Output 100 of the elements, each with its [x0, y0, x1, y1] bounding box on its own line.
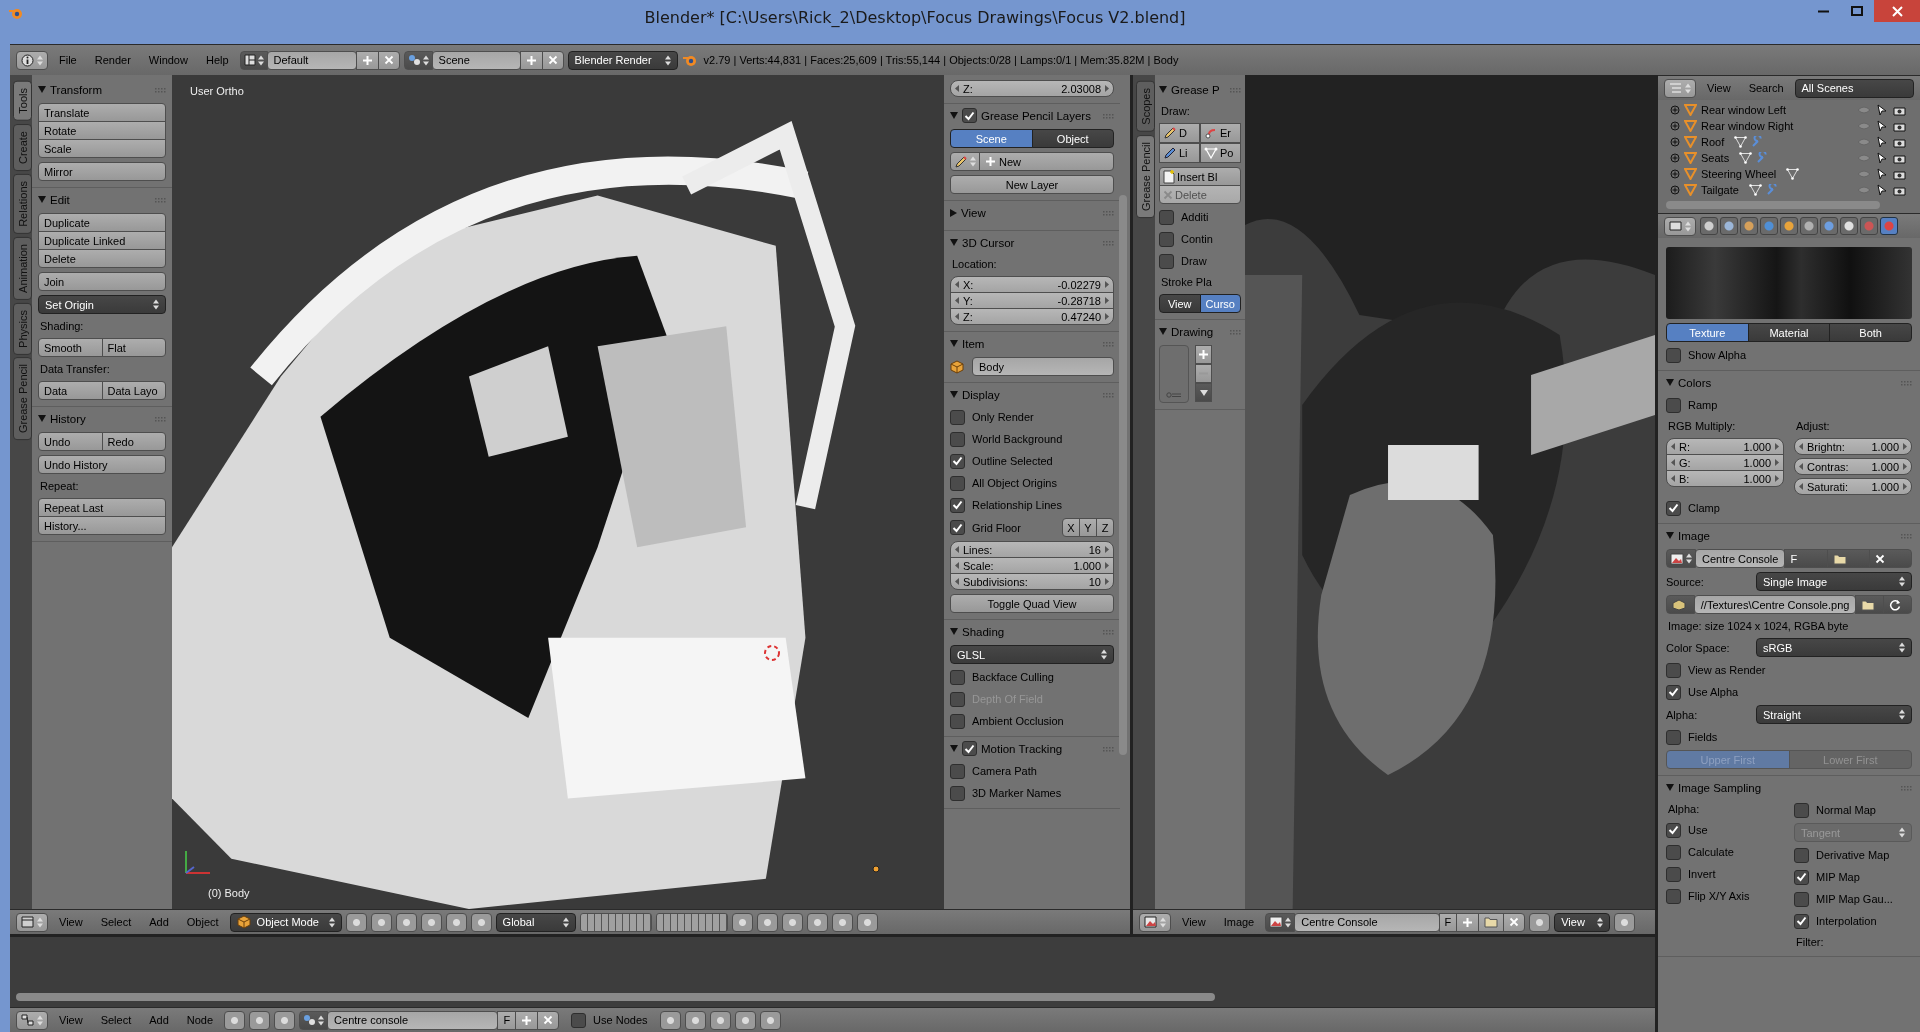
close-button[interactable]: [1874, 0, 1920, 22]
menu-item[interactable]: Select: [93, 916, 139, 928]
checkbox-label[interactable]: Invert: [1688, 868, 1784, 880]
draw-tool-button[interactable]: Po: [1200, 143, 1241, 163]
layout-name-field[interactable]: Default: [266, 50, 357, 70]
checkbox[interactable]: [1794, 802, 1809, 818]
fake-user-button[interactable]: F: [1784, 549, 1828, 568]
menu-item[interactable]: Help: [198, 54, 236, 66]
outliner-item[interactable]: Rear window Right: [1701, 120, 1794, 132]
checkbox-label[interactable]: Show Alpha: [1688, 349, 1912, 361]
shelf-tab[interactable]: Tools: [13, 81, 32, 121]
panel-header[interactable]: Transform: [38, 78, 166, 101]
panel-header[interactable]: Item: [950, 332, 1114, 355]
menu-item[interactable]: Render: [87, 54, 138, 66]
unlink-button[interactable]: [537, 1010, 560, 1030]
toolbar-icon-button[interactable]: [224, 1010, 246, 1030]
dropdown[interactable]: Set Origin: [38, 295, 166, 314]
unlink-button[interactable]: [1868, 549, 1912, 568]
layer-buttons[interactable]: [579, 912, 652, 932]
toggle-tab[interactable]: Texture: [1666, 323, 1749, 342]
toolbar-icon-button[interactable]: [1529, 912, 1551, 932]
toolbar-icon-button[interactable]: [734, 1010, 756, 1030]
menu-item[interactable]: Search: [1741, 82, 1791, 94]
toggle-tab[interactable]: Material: [1747, 323, 1831, 342]
checkbox[interactable]: [1666, 844, 1681, 860]
panel-header[interactable]: Image Sampling: [1666, 776, 1912, 799]
checkbox[interactable]: [1159, 231, 1174, 247]
outliner-item[interactable]: Rear window Left: [1701, 104, 1786, 116]
fake-user-button[interactable]: F: [497, 1010, 517, 1030]
image-name-field[interactable]: Centre Console: [1695, 549, 1786, 568]
checkbox-label[interactable]: MIP Map: [1816, 871, 1912, 883]
number-field[interactable]: Brightn: 1.000: [1794, 438, 1912, 455]
remove-layer-button[interactable]: [1195, 364, 1212, 383]
checkbox[interactable]: [950, 475, 965, 491]
image-name-field[interactable]: Centre Console: [1294, 912, 1440, 932]
panel-header[interactable]: Image: [1666, 524, 1912, 547]
checkbox-label[interactable]: Additi: [1181, 211, 1241, 223]
shelf-tab[interactable]: Animation: [13, 236, 32, 300]
scrollbar[interactable]: [1119, 195, 1127, 755]
checkbox-label[interactable]: Outline Selected: [972, 455, 1114, 467]
render-engine-dropdown[interactable]: Blender Render: [567, 50, 678, 70]
tool-button[interactable]: History...: [38, 516, 166, 535]
material-name-field[interactable]: Centre console: [327, 1010, 499, 1030]
scrollbar[interactable]: [1666, 201, 1880, 209]
dropdown[interactable]: GLSL: [950, 645, 1114, 664]
tool-button[interactable]: New Layer: [950, 175, 1114, 194]
checkbox[interactable]: [1666, 500, 1681, 516]
shelf-tab[interactable]: Physics: [13, 302, 32, 355]
layer-buttons[interactable]: [655, 912, 728, 932]
toolbar-icon-button[interactable]: [856, 912, 878, 932]
add-button[interactable]: [1456, 912, 1480, 932]
checkbox[interactable]: [950, 497, 965, 513]
layout-browse-button[interactable]: [239, 50, 268, 70]
checkbox[interactable]: [1666, 729, 1681, 745]
panel-header[interactable]: Grease Pencil Layers: [950, 104, 1114, 127]
tool-button[interactable]: Join: [38, 272, 166, 291]
toolbar-icon-button[interactable]: [395, 912, 417, 932]
checkbox[interactable]: [1666, 684, 1681, 700]
tool-button[interactable]: Data: [38, 381, 103, 400]
panel-header[interactable]: Drawing: [1159, 320, 1241, 343]
checkbox[interactable]: [1159, 209, 1174, 225]
checkbox-label[interactable]: Normal Map: [1816, 804, 1912, 816]
image-browse-button[interactable]: [1666, 549, 1696, 568]
number-field[interactable]: B: 1.000: [1666, 470, 1784, 487]
brush-dropdown[interactable]: [950, 152, 980, 171]
tool-button[interactable]: Undo History: [38, 455, 166, 474]
properties-tab[interactable]: [1720, 217, 1738, 235]
checkbox[interactable]: [1666, 888, 1681, 904]
checkbox-label[interactable]: Relationship Lines: [972, 499, 1114, 511]
menu-item[interactable]: Node: [179, 1014, 221, 1026]
pack-button[interactable]: [1666, 595, 1695, 614]
number-field[interactable]: Z: 0.47240: [950, 308, 1114, 325]
scene-browse-button[interactable]: [403, 50, 433, 70]
dropdown[interactable]: Single Image: [1756, 572, 1912, 591]
checkbox[interactable]: [1794, 891, 1809, 907]
checkbox-label[interactable]: World Background: [972, 433, 1114, 445]
menu-item[interactable]: Select: [93, 1014, 139, 1026]
checkbox-label[interactable]: Calculate: [1688, 846, 1784, 858]
menu-item[interactable]: Add: [142, 916, 176, 928]
toggle-tab[interactable]: Scene: [950, 129, 1033, 148]
tool-button[interactable]: Smooth: [38, 338, 103, 357]
checkbox[interactable]: [950, 669, 965, 685]
number-field[interactable]: Z: 2.03008: [950, 80, 1114, 97]
panel-header[interactable]: Grease P: [1159, 78, 1241, 101]
toggle-tab[interactable]: Curso: [1199, 294, 1241, 313]
panel-header[interactable]: Display: [950, 383, 1114, 406]
checkbox[interactable]: [950, 763, 965, 779]
checkbox[interactable]: [950, 431, 965, 447]
layer-menu-button[interactable]: [1195, 383, 1212, 402]
checkbox-label[interactable]: Use: [1688, 824, 1784, 836]
checkbox[interactable]: [962, 108, 977, 123]
properties-tab[interactable]: [1880, 217, 1898, 235]
tool-button[interactable]: Undo: [38, 432, 103, 451]
checkbox[interactable]: [950, 453, 965, 469]
checkbox[interactable]: [950, 785, 965, 801]
number-field[interactable]: Subdivisions: 10: [950, 573, 1114, 590]
add-layer-button[interactable]: [1195, 345, 1212, 364]
tool-button[interactable]: Rotate: [38, 121, 166, 140]
toolbar-icon-button[interactable]: [470, 912, 492, 932]
display-mode-dropdown[interactable]: All Scenes: [1794, 78, 1914, 98]
